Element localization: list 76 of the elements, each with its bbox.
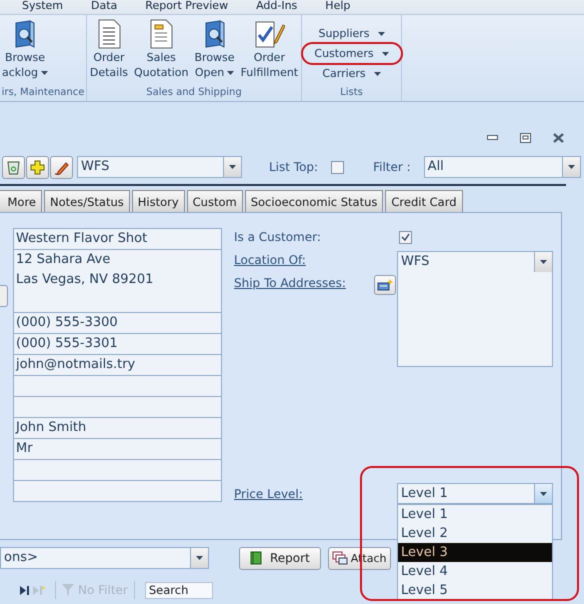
text-field[interactable]: john@notmails.try: [14, 355, 221, 376]
group-label: Sales and Shipping: [145, 86, 243, 100]
ribbon-button[interactable]: Order Fulfillment: [238, 19, 300, 79]
text-field[interactable]: Mr: [14, 439, 221, 460]
dropdown-arrow-icon: [540, 260, 547, 264]
text-field[interactable]: Western Flavor Shot: [14, 229, 221, 250]
funnel-icon: [62, 584, 74, 596]
plus-icon: [30, 160, 45, 174]
edit-button[interactable]: [50, 156, 73, 178]
menu-item[interactable]: Add-Ins: [242, 0, 312, 14]
tab[interactable]: History: [132, 190, 185, 212]
ship-to-link[interactable]: Ship To Addresses:: [234, 272, 374, 290]
list-option[interactable]: Level 1: [398, 505, 552, 524]
group-label: Lists: [339, 86, 364, 100]
tab[interactable]: More: [0, 190, 42, 212]
ribbon-button[interactable]: Browse acklog: [0, 19, 50, 79]
text-field[interactable]: (000) 555-3300: [14, 313, 221, 334]
menu-item[interactable]: Report Preview: [131, 0, 242, 14]
list-option[interactable]: Level 3: [398, 543, 552, 562]
text-field[interactable]: [14, 481, 221, 502]
dropdown-arrow-icon: [568, 165, 575, 169]
tab[interactable]: Socioeconomic Status: [244, 190, 384, 212]
is-customer-label: Is a Customer:: [234, 230, 322, 244]
book-icon: [250, 551, 262, 565]
report-button[interactable]: Report: [239, 546, 321, 570]
address-card-icon: [377, 279, 393, 291]
trash-icon: [7, 160, 20, 174]
document-icon: [96, 19, 122, 49]
menu-item[interactable]: Help: [311, 0, 364, 14]
is-customer-checkbox[interactable]: [399, 231, 412, 244]
list-button[interactable]: Suppliers: [312, 25, 391, 42]
list-button[interactable]: Customers: [308, 45, 395, 62]
new-address-button[interactable]: [374, 275, 396, 295]
record-combo[interactable]: WFS: [77, 156, 242, 178]
text-field[interactable]: 12 Sahara Ave Las Vegas, NV 89201: [14, 250, 221, 313]
ribbon-button[interactable]: Sales Quotation: [132, 19, 190, 79]
filter-label: Filter :: [373, 160, 411, 174]
text-field[interactable]: [14, 460, 221, 481]
search-field[interactable]: Search: [144, 582, 213, 598]
group-label: irs, Maintenance: [0, 86, 86, 100]
list-top-label: List Top:: [269, 160, 318, 174]
list-top-checkbox[interactable]: [331, 160, 344, 174]
windows-icon: [332, 551, 348, 565]
dropdown-arrow-icon: [229, 165, 236, 169]
filter-combo[interactable]: All: [424, 156, 581, 178]
menu-item[interactable]: System: [8, 0, 78, 14]
pencil-icon: [54, 160, 69, 174]
checklist-icon: [253, 19, 286, 49]
options-combo[interactable]: ons>: [0, 547, 209, 569]
list-button[interactable]: Carriers: [316, 65, 387, 82]
document-icon: [148, 19, 174, 49]
list-option[interactable]: Level 2: [398, 524, 552, 543]
text-field[interactable]: [14, 376, 221, 397]
ribbon-button[interactable]: Browse Open: [192, 19, 237, 79]
location-combo[interactable]: WFS: [397, 251, 553, 273]
tab[interactable]: Credit Card: [385, 190, 463, 212]
text-field[interactable]: (000) 555-3301: [14, 334, 221, 355]
price-level-link[interactable]: Price Level:: [234, 483, 374, 501]
delete-button[interactable]: [2, 156, 25, 178]
list-option[interactable]: Level 5: [398, 581, 552, 600]
tab[interactable]: Custom: [186, 190, 243, 212]
menu-item[interactable]: Data: [77, 0, 132, 14]
ribbon-button[interactable]: Order Details: [88, 19, 130, 79]
text-field[interactable]: John Smith: [14, 418, 221, 439]
minimize-icon[interactable]: [487, 134, 498, 140]
close-icon[interactable]: [553, 132, 564, 142]
price-level-combo[interactable]: Level 1: [397, 483, 553, 504]
tab[interactable]: Notes/Status: [44, 190, 130, 212]
dropdown-arrow-icon: [540, 492, 547, 496]
text-field[interactable]: [14, 397, 221, 418]
list-option[interactable]: Level 4: [398, 562, 552, 581]
add-button[interactable]: [26, 156, 49, 178]
restore-icon[interactable]: [520, 132, 531, 142]
location-of-link[interactable]: Location Of:: [234, 251, 374, 267]
last-record-icon[interactable]: [20, 586, 29, 594]
dropdown-arrow-icon: [196, 556, 203, 560]
